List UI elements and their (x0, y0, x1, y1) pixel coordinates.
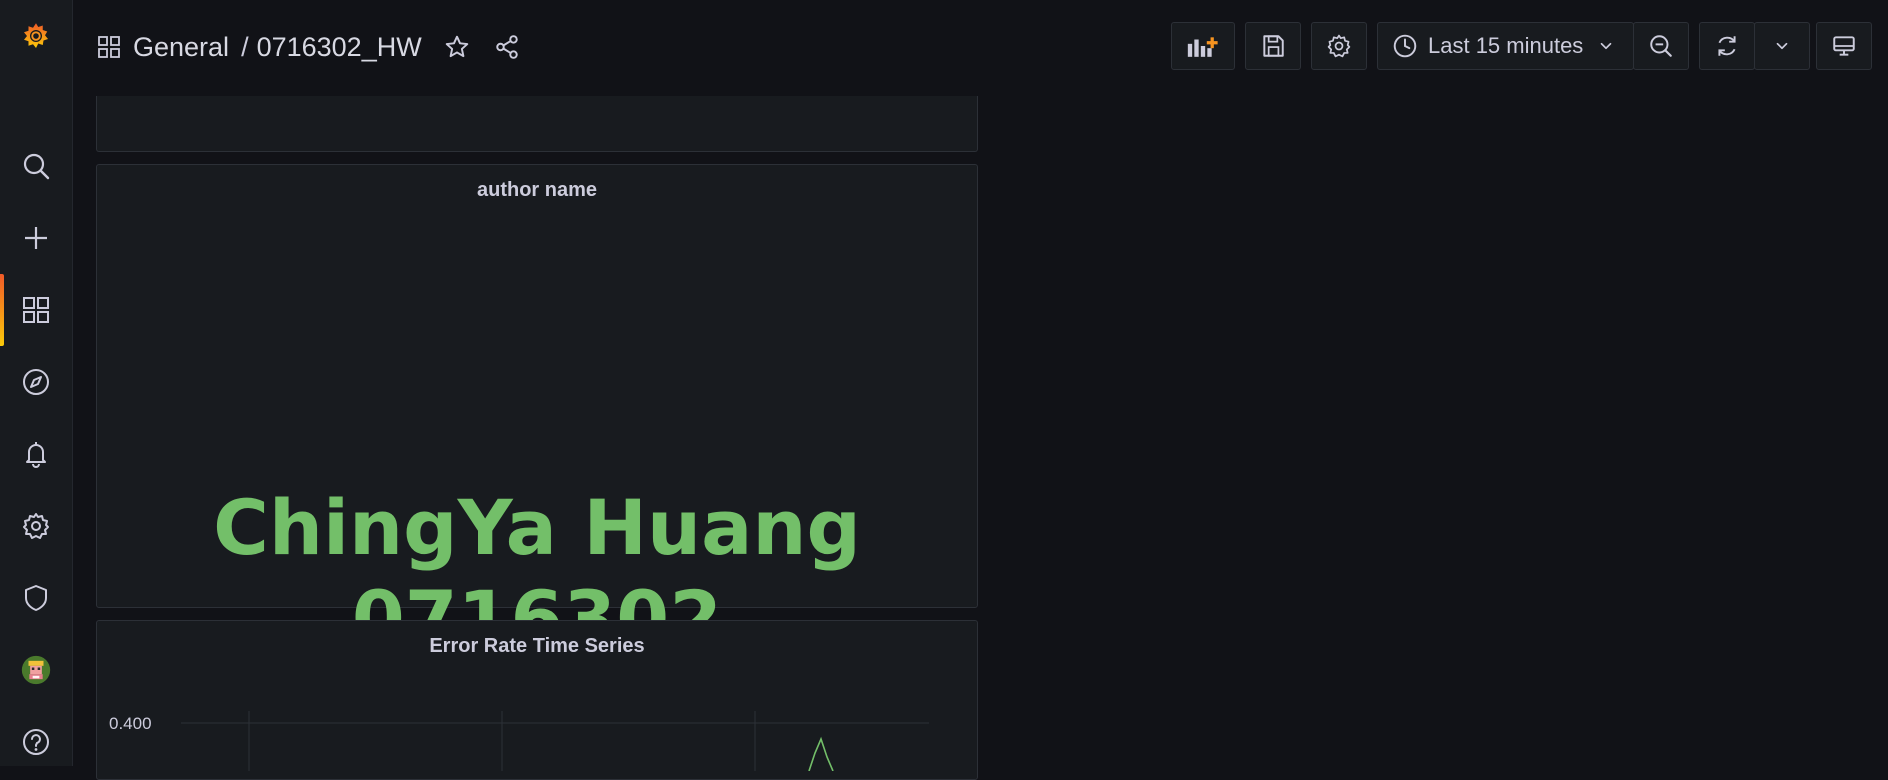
plus-icon[interactable] (0, 214, 72, 262)
dashboard-title[interactable]: 0716302_HW (257, 32, 422, 63)
save-dashboard-button[interactable] (1245, 22, 1301, 70)
dashboard-grid-icon (97, 35, 121, 59)
breadcrumb-separator: / (241, 31, 249, 62)
time-range-label: Last 15 minutes (1428, 33, 1584, 58)
breadcrumb: General / 0716302_HW (97, 26, 520, 68)
gear-icon (1327, 34, 1351, 58)
refresh-interval-dropdown[interactable] (1754, 22, 1810, 70)
alerting-bell-icon[interactable] (0, 430, 72, 478)
help-icon[interactable] (0, 718, 72, 766)
clock-icon (1393, 34, 1417, 58)
monitor-icon (1833, 36, 1855, 56)
dashboard-settings-button[interactable] (1311, 22, 1367, 70)
author-name-text: ChingYa Huang (213, 483, 861, 572)
panel-author-name: author name ChingYa Huang 0716302 (96, 164, 978, 663)
chevron-down-icon (1776, 42, 1788, 50)
chevron-down-icon (1600, 42, 1612, 50)
add-panel-button[interactable] (1171, 22, 1235, 70)
panel-partial-top (96, 96, 978, 152)
zoom-out-icon (1650, 35, 1672, 57)
time-range-picker[interactable]: Last 15 minutes (1377, 22, 1634, 70)
zoom-out-time-range-button[interactable] (1633, 22, 1689, 70)
share-icon[interactable] (494, 34, 520, 60)
user-avatar[interactable] (0, 646, 72, 694)
search-icon[interactable] (0, 142, 72, 190)
grafana-logo-icon[interactable] (0, 12, 72, 60)
explore-compass-icon[interactable] (0, 358, 72, 406)
save-icon (1263, 35, 1284, 57)
dashboards-icon[interactable] (0, 286, 72, 334)
configuration-gear-icon[interactable] (0, 502, 72, 550)
series-line (808, 736, 834, 771)
breadcrumb-folder-link[interactable]: General (133, 32, 229, 63)
server-admin-shield-icon[interactable] (0, 574, 72, 622)
refresh-dashboard-button[interactable] (1699, 22, 1755, 70)
time-series-graph: 0.400 (109, 711, 929, 771)
cycle-view-mode-button[interactable] (1816, 22, 1872, 70)
sidebar (0, 0, 73, 766)
add-panel-icon (1187, 37, 1218, 57)
refresh-icon (1718, 36, 1736, 56)
y-axis-tick-label: 0.400 (109, 714, 152, 733)
star-icon[interactable] (444, 34, 470, 60)
panel-error-rate: Error Rate Time Series 0.400 (96, 620, 978, 780)
panel-title[interactable]: author name (97, 179, 977, 202)
top-navbar: General / 0716302_HW Last 15 minutes (73, 0, 1888, 94)
